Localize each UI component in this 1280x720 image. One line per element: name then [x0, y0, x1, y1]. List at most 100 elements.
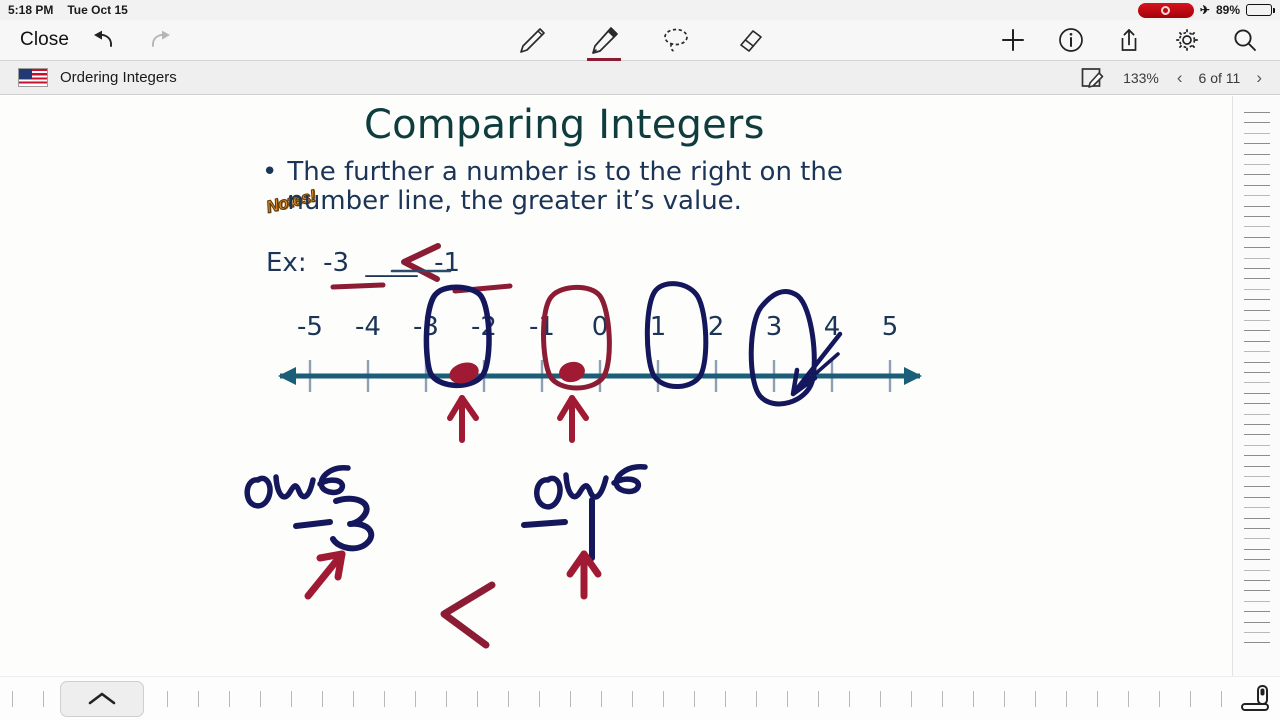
ruler-tick	[1244, 465, 1270, 467]
ruler-tick	[1244, 195, 1270, 197]
ruler-tick	[1244, 372, 1270, 373]
toolbar-right-group	[1000, 27, 1280, 53]
stylus-icon	[1240, 683, 1274, 720]
title-bar-right: 133% ‹ 6 of 11 ›	[1079, 65, 1280, 91]
bottom-ruler-tick	[570, 691, 571, 707]
document-title-bar: Ordering Integers 133% ‹ 6 of 11 ›	[0, 61, 1280, 95]
toolbar-left-group: Close	[0, 28, 173, 52]
airplane-mode-icon: ✈	[1199, 3, 1210, 17]
bottom-ruler-tick	[973, 691, 974, 707]
ink-oval-1	[644, 281, 709, 389]
ruler-tick	[1244, 392, 1270, 394]
ink-three-left	[330, 495, 375, 552]
note-page-canvas[interactable]: Notes! Comparing Integers • The further …	[0, 96, 1232, 676]
ruler-tick	[1244, 548, 1270, 550]
ruler-tick	[1244, 340, 1270, 342]
next-page-button[interactable]: ›	[1256, 68, 1262, 88]
ruler-tick	[1244, 507, 1270, 509]
ruler-tick	[1244, 496, 1270, 498]
page-indicator[interactable]: 6 of 11	[1199, 70, 1241, 86]
close-button[interactable]: Close	[20, 29, 69, 51]
bottom-ruler-tick	[167, 691, 168, 707]
bottom-ruler-tick	[260, 691, 261, 707]
bottom-ruler-tick	[291, 691, 292, 707]
ruler-tick	[1244, 424, 1270, 425]
bottom-ruler-tick	[12, 691, 13, 707]
share-button[interactable]	[1116, 27, 1142, 53]
bottom-ruler-tick	[415, 691, 416, 707]
record-circle-icon[interactable]	[1137, 2, 1194, 18]
bottom-ruler-tick	[942, 691, 943, 707]
ruler-tick	[1244, 382, 1270, 384]
collapse-toolbar-button[interactable]	[60, 681, 144, 717]
ink-owe-right-e	[611, 464, 648, 495]
ruler-tick	[1244, 330, 1270, 332]
ruler-tick	[1244, 455, 1270, 457]
status-bar-left: 5:18 PM Tue Oct 15	[8, 3, 128, 17]
page-navigation: ‹ 6 of 11 ›	[1177, 68, 1262, 88]
bottom-ruler-tick	[601, 691, 602, 707]
ruler-tick	[1244, 247, 1270, 249]
info-button[interactable]	[1058, 27, 1084, 53]
ink-less-than-example	[401, 243, 441, 282]
zoom-level-label[interactable]: 133%	[1123, 70, 1159, 86]
bottom-ruler-tick	[632, 691, 633, 707]
lasso-tool[interactable]	[656, 20, 696, 61]
bottom-ruler-tick	[229, 691, 230, 707]
ink-owe-left-o	[244, 475, 273, 509]
bottom-ruler-tick	[756, 691, 757, 707]
pen-tool[interactable]	[512, 20, 552, 61]
ruler-tick	[1244, 122, 1270, 124]
undo-arrow-icon[interactable]	[91, 28, 121, 52]
ruler-tick	[1244, 642, 1270, 644]
ruler-tick	[1244, 288, 1270, 290]
ink-arrow-to-3	[793, 331, 843, 393]
edit-page-icon[interactable]	[1079, 65, 1105, 91]
ruler-tick	[1244, 268, 1270, 269]
bottom-ruler-tick	[911, 691, 912, 707]
ruler-tick	[1244, 164, 1270, 165]
bottom-ruler-tick	[849, 691, 850, 707]
bottom-ruler-tick	[1097, 691, 1098, 707]
chevron-up-icon	[88, 692, 116, 705]
ink-minus-left	[293, 519, 333, 529]
status-bar-right: ✈ 89%	[1137, 2, 1275, 18]
bottom-ruler-tick	[1128, 691, 1129, 707]
bottom-ruler-tick	[1159, 691, 1160, 707]
ink-owe-left-e	[317, 465, 351, 496]
ruler-tick	[1244, 184, 1270, 186]
battery-icon	[1246, 4, 1275, 16]
add-button[interactable]	[1000, 27, 1026, 53]
ruler-tick	[1244, 361, 1270, 363]
pencil-tool[interactable]	[584, 20, 624, 61]
page-scroll-ruler[interactable]	[1232, 96, 1280, 676]
settings-button[interactable]	[1174, 27, 1200, 53]
prev-page-button[interactable]: ‹	[1177, 68, 1183, 88]
ruler-tick	[1244, 476, 1270, 477]
bottom-ruler-tick	[818, 691, 819, 707]
record-ring	[1161, 5, 1171, 15]
ruler-tick	[1244, 486, 1270, 488]
bottom-ruler-tick	[1066, 691, 1067, 707]
title-bar-left: Ordering Integers	[0, 68, 177, 87]
eraser-tool[interactable]	[728, 20, 768, 61]
slide-content: Notes! Comparing Integers • The further …	[0, 96, 1232, 676]
battery-percent-label: 89%	[1215, 3, 1240, 17]
editor-toolbar: Close	[0, 20, 1280, 61]
ruler-tick	[1244, 611, 1270, 613]
redo-arrow-icon[interactable]	[143, 28, 173, 52]
status-bar: 5:18 PM Tue Oct 15 ✈ 89%	[0, 0, 1280, 20]
status-time: 5:18 PM	[8, 3, 54, 17]
ruler-tick	[1244, 413, 1270, 415]
flag-canton	[19, 69, 32, 79]
bottom-ruler-tick	[322, 691, 323, 707]
ruler-tick	[1244, 351, 1270, 353]
status-date: Tue Oct 15	[67, 3, 128, 17]
ruler-tick	[1244, 434, 1270, 436]
bottom-ruler-tick	[198, 691, 199, 707]
ruler-tick	[1244, 569, 1270, 571]
search-button[interactable]	[1232, 27, 1258, 53]
bottom-ruler-tick	[477, 691, 478, 707]
ruler-tick	[1244, 320, 1270, 321]
ruler-tick	[1244, 590, 1270, 592]
